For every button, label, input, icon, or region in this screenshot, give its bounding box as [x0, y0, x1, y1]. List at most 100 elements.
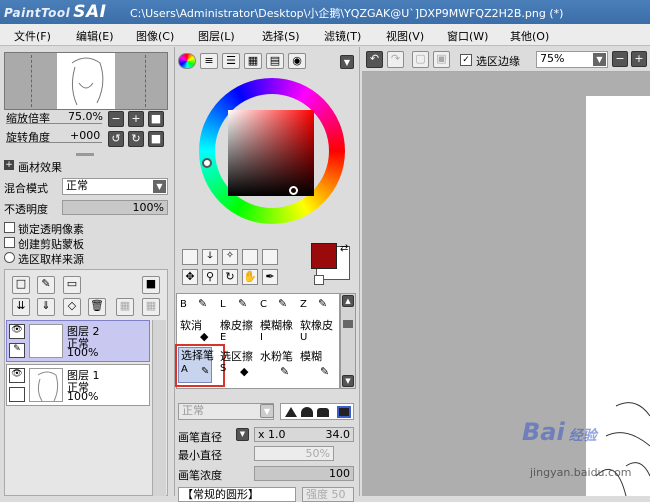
- new-layer-icon[interactable]: □: [12, 276, 30, 294]
- panel-splitter[interactable]: [76, 153, 94, 156]
- hue-ring[interactable]: [199, 78, 345, 224]
- lock-slot-icon[interactable]: [9, 387, 25, 402]
- eye-icon[interactable]: 👁: [9, 368, 25, 383]
- menu-other[interactable]: 其他(O): [510, 28, 549, 44]
- sel-edge-checkbox[interactable]: ✓: [460, 54, 472, 66]
- eye-icon[interactable]: 👁: [9, 324, 25, 339]
- layer-row-2[interactable]: 👁 ✎ 图层 2 正常 100%: [6, 320, 150, 362]
- zoom-select[interactable]: 75% ▼: [536, 51, 608, 68]
- hue-picker-handle[interactable]: [202, 158, 212, 168]
- new-folder-icon[interactable]: ▭: [63, 276, 81, 294]
- primary-color-swatch[interactable]: [311, 243, 337, 269]
- flatten-icon[interactable]: ▦: [142, 298, 160, 316]
- menu-file[interactable]: 文件(F): [14, 28, 51, 44]
- chevron-down-icon[interactable]: ▼: [260, 404, 274, 418]
- sel-source-radio[interactable]: [4, 252, 15, 263]
- shape-round-icon[interactable]: [301, 407, 313, 417]
- zoom-out-icon[interactable]: −: [108, 111, 124, 127]
- magnifier-icon[interactable]: ⚲: [202, 269, 218, 285]
- hand-icon[interactable]: ✋: [242, 269, 258, 285]
- canvas-area[interactable]: Bai 经验 jingyan.baidu.com: [362, 72, 650, 497]
- brush-size-slider[interactable]: x 1.0 34.0: [254, 427, 354, 442]
- lasso-icon[interactable]: ↆ: [202, 249, 218, 265]
- navigator-preview[interactable]: [4, 52, 168, 110]
- rotate-reset-icon[interactable]: ■: [148, 131, 164, 147]
- rect-select-icon[interactable]: [182, 249, 198, 265]
- rgb-slider-icon[interactable]: ≡: [200, 53, 218, 69]
- new-linework-icon[interactable]: ✎: [37, 276, 55, 294]
- scroll-up-icon[interactable]: ▲: [342, 295, 354, 307]
- menu-filter[interactable]: 滤镜(T): [324, 28, 361, 44]
- texture-strength[interactable]: 强度 50: [302, 487, 354, 502]
- tool-hotkey-brush[interactable]: C: [260, 299, 267, 310]
- expand-icon[interactable]: +: [4, 160, 14, 170]
- tool-soft-blur[interactable]: 软消: [180, 320, 202, 331]
- undo-icon[interactable]: ↶: [366, 51, 383, 68]
- chevron-down-icon[interactable]: ▼: [236, 428, 249, 441]
- shape-square-icon[interactable]: [337, 406, 351, 418]
- menu-view[interactable]: 视图(V): [386, 28, 424, 44]
- brush-lock-icon[interactable]: ✎: [9, 343, 25, 358]
- trash-icon[interactable]: 🗑: [88, 298, 106, 316]
- redo-icon[interactable]: ↷: [387, 51, 404, 68]
- transparent-color-icon[interactable]: [314, 275, 324, 285]
- tool-hotkey-watercolor[interactable]: Z: [300, 299, 307, 310]
- swatches-icon[interactable]: ▦: [244, 53, 262, 69]
- layer-row-1[interactable]: 👁 图层 1 正常 100%: [6, 364, 150, 406]
- brush-density-slider[interactable]: 100: [254, 466, 354, 481]
- zoom-slider[interactable]: [6, 123, 102, 124]
- tool-scrollbar[interactable]: ▲ ▼: [340, 293, 356, 389]
- zoom-reset-icon[interactable]: ■: [148, 111, 164, 127]
- transfer-down-icon[interactable]: ⇊: [12, 298, 30, 316]
- clear-layer-icon[interactable]: ◇: [63, 298, 81, 316]
- rotate-right-icon[interactable]: ↻: [128, 131, 144, 147]
- hsv-slider-icon[interactable]: ☰: [222, 53, 240, 69]
- layer-mask-icon[interactable]: ■: [142, 276, 160, 294]
- magic-wand-icon[interactable]: ✧: [222, 249, 238, 265]
- clip-mask-checkbox[interactable]: [4, 237, 15, 248]
- rotate-slider[interactable]: [6, 142, 102, 143]
- toolbar-zoom-in-icon[interactable]: +: [631, 51, 647, 67]
- tool-selection-eraser[interactable]: 选区擦: [220, 351, 253, 362]
- tool-hotkey-airbrush[interactable]: L: [220, 299, 226, 310]
- deselect-icon[interactable]: ▢: [412, 51, 429, 68]
- min-size-slider[interactable]: 50%: [254, 446, 334, 461]
- rotate-left-icon[interactable]: ↺: [108, 131, 124, 147]
- tool-blur[interactable]: 模糊: [300, 351, 322, 362]
- menu-select[interactable]: 选择(S): [262, 28, 300, 44]
- menu-layer[interactable]: 图层(L): [198, 28, 235, 44]
- invert-selection-icon[interactable]: ▣: [433, 51, 450, 68]
- tool-gouache[interactable]: 水粉笔: [260, 351, 293, 362]
- color-wheel-tab-icon[interactable]: [178, 53, 196, 69]
- lock-alpha-checkbox[interactable]: [4, 222, 15, 233]
- panel-menu-chevron-icon[interactable]: ▼: [340, 55, 354, 69]
- blend-mode-select[interactable]: 正常 ▼: [62, 178, 168, 195]
- zoom-in-icon[interactable]: +: [128, 111, 144, 127]
- menu-image[interactable]: 图像(C): [136, 28, 174, 44]
- brush-shape-select[interactable]: 【常规的圆形】: [178, 487, 296, 502]
- sv-picker-handle[interactable]: [289, 186, 298, 195]
- swap-colors-icon[interactable]: ⇄: [340, 243, 348, 254]
- mixer-icon[interactable]: ▤: [266, 53, 284, 69]
- menu-edit[interactable]: 编辑(E): [76, 28, 114, 44]
- tool-blur-eraser[interactable]: 模糊橡: [260, 320, 293, 331]
- saturation-value-square[interactable]: [228, 110, 314, 196]
- merge-icon[interactable]: ▦: [116, 298, 134, 316]
- menu-window[interactable]: 窗口(W): [447, 28, 488, 44]
- rotate-view-icon[interactable]: ↻: [222, 269, 238, 285]
- tool-eraser[interactable]: 橡皮擦: [220, 320, 253, 331]
- merge-down-icon[interactable]: ⇓: [37, 298, 55, 316]
- scroll-thumb[interactable]: [343, 320, 353, 328]
- opacity-slider[interactable]: 100%: [62, 200, 168, 215]
- shape-sharp-icon[interactable]: [285, 407, 297, 417]
- shape-flat-icon[interactable]: [317, 408, 329, 417]
- move-icon[interactable]: ✥: [182, 269, 198, 285]
- scratchpad-icon[interactable]: ◉: [288, 53, 306, 69]
- layer-scrollbar[interactable]: [152, 320, 166, 496]
- brush-shape-selector[interactable]: [280, 403, 354, 420]
- tool-hotkey-pencil[interactable]: B: [180, 299, 187, 310]
- eyedropper-icon[interactable]: ✒: [262, 269, 278, 285]
- tool-soft-eraser[interactable]: 软橡皮: [300, 320, 333, 331]
- toolbar-zoom-out-icon[interactable]: −: [612, 51, 628, 67]
- scroll-down-icon[interactable]: ▼: [342, 375, 354, 387]
